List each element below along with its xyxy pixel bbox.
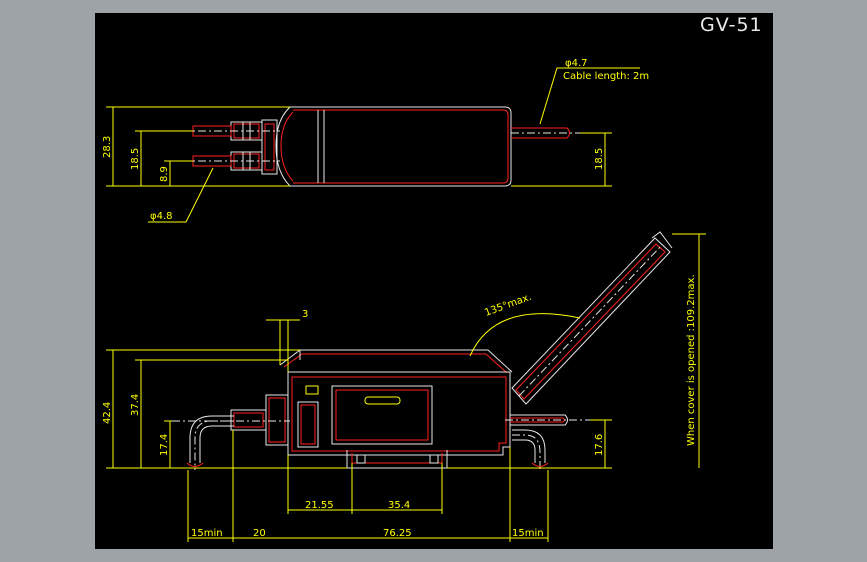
dim-gap-3: 3: [302, 309, 308, 320]
dim-17-4: 17.4: [159, 434, 170, 456]
cable-diameter-label: φ4.7: [565, 58, 588, 69]
dim-42-4: 42.4: [102, 402, 113, 424]
top-view: [106, 67, 640, 223]
dim-17-6: 17.6: [594, 434, 605, 456]
open-cover-note: When cover is opened :109.2max.: [686, 274, 697, 446]
technical-drawing: φ4.7 Cable length: 2m φ4.8 28.3 18.5 8.9…: [102, 58, 706, 542]
dim-15min-right: 15min: [512, 528, 544, 539]
dim-21-55: 21.55: [305, 500, 334, 511]
drawing-title: GV-51: [700, 14, 763, 36]
dimension-labels: φ4.7 Cable length: 2m φ4.8 28.3 18.5 8.9…: [102, 58, 697, 539]
cable-length-label: Cable length: 2m: [563, 71, 649, 82]
dim-8-9: 8.9: [159, 166, 170, 182]
dim-76-25: 76.25: [383, 528, 412, 539]
dim-35-4: 35.4: [388, 500, 410, 511]
dim-28-3: 28.3: [102, 136, 113, 158]
fiber-diameter-label: φ4.8: [150, 211, 173, 222]
dim-18-5-left: 18.5: [130, 148, 141, 170]
dim-15min-left: 15min: [191, 528, 223, 539]
dim-18-5-right: 18.5: [594, 148, 605, 170]
dim-37-4: 37.4: [130, 394, 141, 416]
side-view: [106, 231, 706, 542]
dim-20: 20: [253, 528, 266, 539]
